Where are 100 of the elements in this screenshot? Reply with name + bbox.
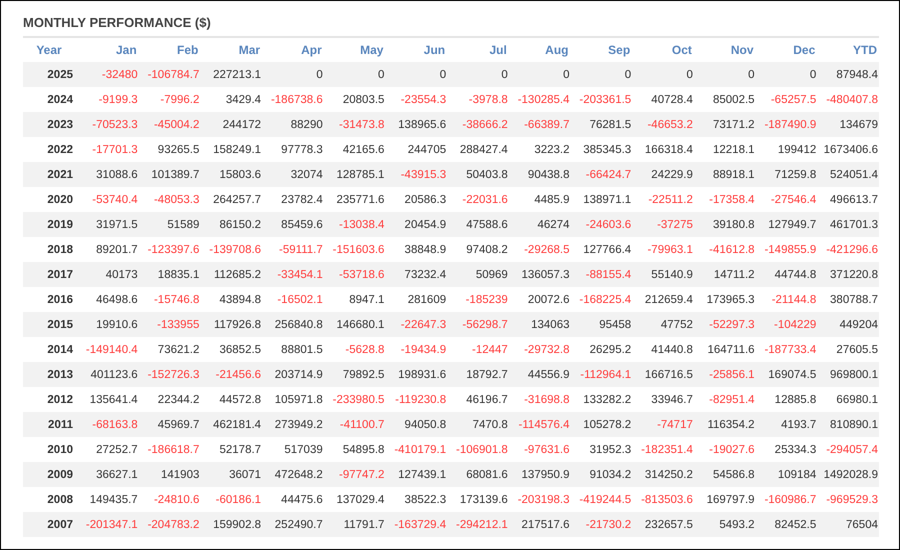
year-cell: 2011 xyxy=(23,412,77,437)
year-cell: 2009 xyxy=(23,462,77,487)
table-cell: -112964.1 xyxy=(570,362,632,387)
table-cell: -204783.2 xyxy=(138,512,200,537)
column-header: Apr xyxy=(262,37,324,62)
table-cell: 5493.2 xyxy=(694,512,756,537)
table-cell: 127766.4 xyxy=(570,237,632,262)
year-cell: 2010 xyxy=(23,437,77,462)
table-cell: 76504 xyxy=(817,512,879,537)
table-cell: -187490.9 xyxy=(756,112,818,137)
table-cell: 38848.9 xyxy=(385,237,448,262)
table-cell: -38666.2 xyxy=(447,112,509,137)
table-cell: 20803.5 xyxy=(324,87,386,112)
year-cell: 2025 xyxy=(23,62,77,87)
year-cell: 2008 xyxy=(23,487,77,512)
table-cell: -59111.7 xyxy=(262,237,324,262)
table-cell: 52178.7 xyxy=(200,437,262,462)
table-cell: -97747.2 xyxy=(324,462,386,487)
table-cell: -969529.3 xyxy=(817,487,879,512)
table-cell: -27546.4 xyxy=(756,187,818,212)
table-cell: -106784.7 xyxy=(138,62,200,87)
table-cell: -52297.3 xyxy=(694,312,756,337)
table-cell: 133282.2 xyxy=(570,387,632,412)
table-cell: 235771.6 xyxy=(324,187,386,212)
table-cell: 73232.4 xyxy=(385,262,448,287)
table-cell: -17358.4 xyxy=(694,187,756,212)
table-cell: 73171.2 xyxy=(694,112,756,137)
table-cell: 20072.6 xyxy=(508,287,570,312)
table-cell: 0 xyxy=(570,62,632,87)
table-cell: 127439.1 xyxy=(385,462,448,487)
table-cell: -160986.7 xyxy=(756,487,818,512)
year-cell: 2013 xyxy=(23,362,77,387)
table-cell: 517039 xyxy=(262,437,324,462)
table-cell: 203714.9 xyxy=(262,362,324,387)
table-cell: 40173 xyxy=(77,262,139,287)
table-cell: 496613.7 xyxy=(817,187,879,212)
table-cell: 45969.7 xyxy=(138,412,200,437)
table-cell: -82951.4 xyxy=(694,387,756,412)
table-cell: 1492028.9 xyxy=(817,462,879,487)
table-cell: 11791.7 xyxy=(324,512,386,537)
table-cell: 273949.2 xyxy=(262,412,324,437)
table-cell: 40728.4 xyxy=(632,87,694,112)
column-header: Jul xyxy=(447,37,509,62)
table-cell: 47588.6 xyxy=(447,212,509,237)
year-cell: 2024 xyxy=(23,87,77,112)
table-cell: 288427.4 xyxy=(447,137,509,162)
table-cell: 8947.1 xyxy=(324,287,386,312)
table-cell: -22511.2 xyxy=(632,187,694,212)
table-cell: -480407.8 xyxy=(817,87,879,112)
table-cell: 0 xyxy=(385,62,448,87)
table-cell: 1673406.6 xyxy=(817,137,879,162)
table-cell: 12218.1 xyxy=(694,137,756,162)
table-cell: 149435.7 xyxy=(77,487,139,512)
table-cell: -114576.4 xyxy=(508,412,570,437)
table-cell: 43894.8 xyxy=(200,287,262,312)
table-cell: 44475.6 xyxy=(262,487,324,512)
year-cell: 2023 xyxy=(23,112,77,137)
table-cell: 32074 xyxy=(262,162,324,187)
table-cell: 166716.5 xyxy=(632,362,694,387)
table-cell: 134063 xyxy=(508,312,570,337)
table-cell: 47752 xyxy=(632,312,694,337)
table-cell: 3429.4 xyxy=(200,87,262,112)
table-cell: 0 xyxy=(447,62,509,87)
table-cell: -66389.7 xyxy=(508,112,570,137)
table-cell: -33454.1 xyxy=(262,262,324,287)
table-cell: 138965.6 xyxy=(385,112,448,137)
table-cell: -182351.4 xyxy=(632,437,694,462)
table-cell: 44572.8 xyxy=(200,387,262,412)
table-cell: -29732.8 xyxy=(508,337,570,362)
table-cell: -56298.7 xyxy=(447,312,509,337)
table-cell: 44744.8 xyxy=(756,262,818,287)
table-cell: 169074.5 xyxy=(756,362,818,387)
table-cell: 0 xyxy=(694,62,756,87)
year-cell: 2017 xyxy=(23,262,77,287)
column-header: Sep xyxy=(570,37,632,62)
table-cell: -149140.4 xyxy=(77,337,139,362)
table-cell: -41100.7 xyxy=(324,412,386,437)
table-cell: -294057.4 xyxy=(817,437,879,462)
table-cell: 88801.5 xyxy=(262,337,324,362)
table-cell: 137029.4 xyxy=(324,487,386,512)
table-cell: -203198.3 xyxy=(508,487,570,512)
table-cell: 36071 xyxy=(200,462,262,487)
table-cell: 15803.6 xyxy=(200,162,262,187)
table-cell: 36627.1 xyxy=(77,462,139,487)
table-cell: 117926.8 xyxy=(200,312,262,337)
table-cell: 33946.7 xyxy=(632,387,694,412)
table-cell: -813503.6 xyxy=(632,487,694,512)
table-cell: -21730.2 xyxy=(570,512,632,537)
table-cell: 227213.1 xyxy=(200,62,262,87)
table-cell: -130285.4 xyxy=(508,87,570,112)
table-cell: -106901.8 xyxy=(447,437,509,462)
column-header: Oct xyxy=(632,37,694,62)
table-cell: -65257.5 xyxy=(756,87,818,112)
table-cell: 91034.2 xyxy=(570,462,632,487)
column-header: Feb xyxy=(138,37,200,62)
table-cell: 281609 xyxy=(385,287,448,312)
table-cell: -119230.8 xyxy=(385,387,448,412)
table-cell: 94050.8 xyxy=(385,412,448,437)
table-cell: 38522.3 xyxy=(385,487,448,512)
table-cell: 0 xyxy=(262,62,324,87)
